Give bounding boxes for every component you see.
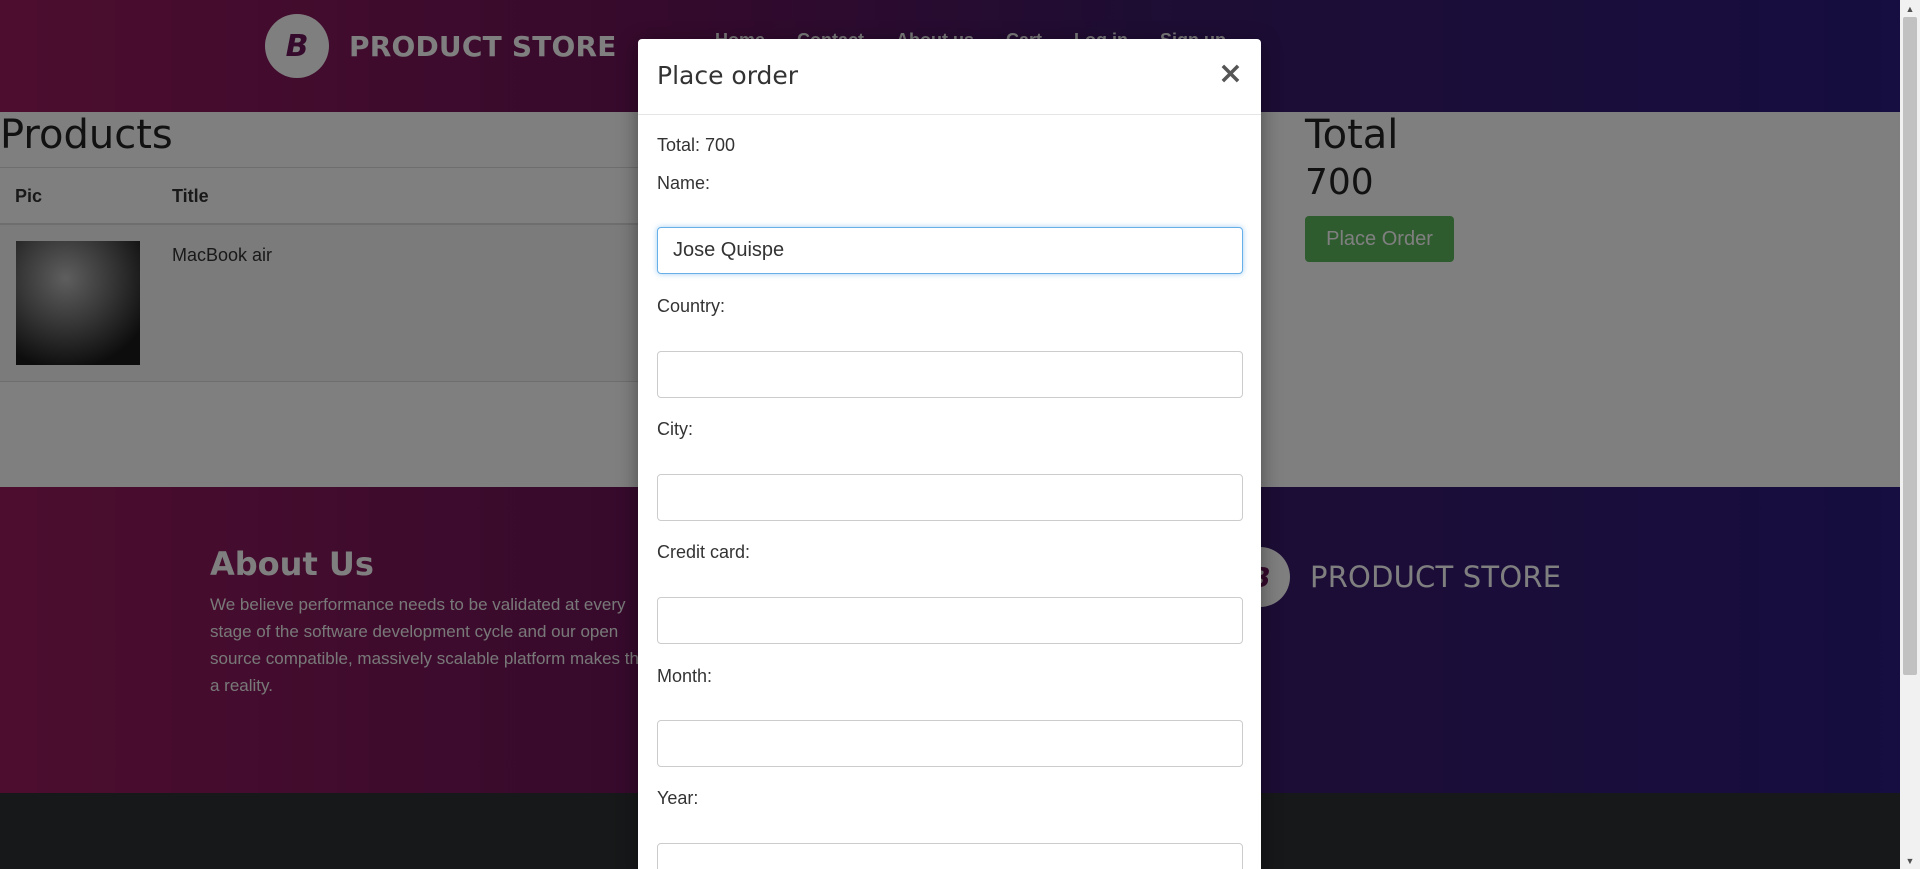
month-field[interactable] [657,720,1243,767]
name-field[interactable] [657,227,1243,274]
credit-card-field[interactable] [657,597,1243,644]
modal-title: Place order [657,61,799,90]
scroll-down-icon[interactable]: ▼ [1900,852,1920,869]
modal-header: Place order × [638,39,1261,115]
place-order-modal: Place order × Total: 700 Name: Country: … [638,39,1261,869]
city-field[interactable] [657,474,1243,521]
credit-card-label: Credit card: [657,542,751,562]
country-field[interactable] [657,351,1243,398]
month-label: Month: [657,666,713,686]
close-icon[interactable]: × [1218,59,1243,89]
year-label: Year: [657,788,699,808]
order-total: Total: 700 [657,135,736,155]
country-label: Country: [657,296,726,316]
city-label: City: [657,419,693,439]
scrollbar[interactable]: ▲ ▼ [1900,0,1920,869]
year-field[interactable] [657,843,1243,869]
scroll-up-icon[interactable]: ▲ [1900,0,1920,17]
name-label: Name: [657,173,711,193]
scrollbar-thumb[interactable] [1903,17,1917,675]
